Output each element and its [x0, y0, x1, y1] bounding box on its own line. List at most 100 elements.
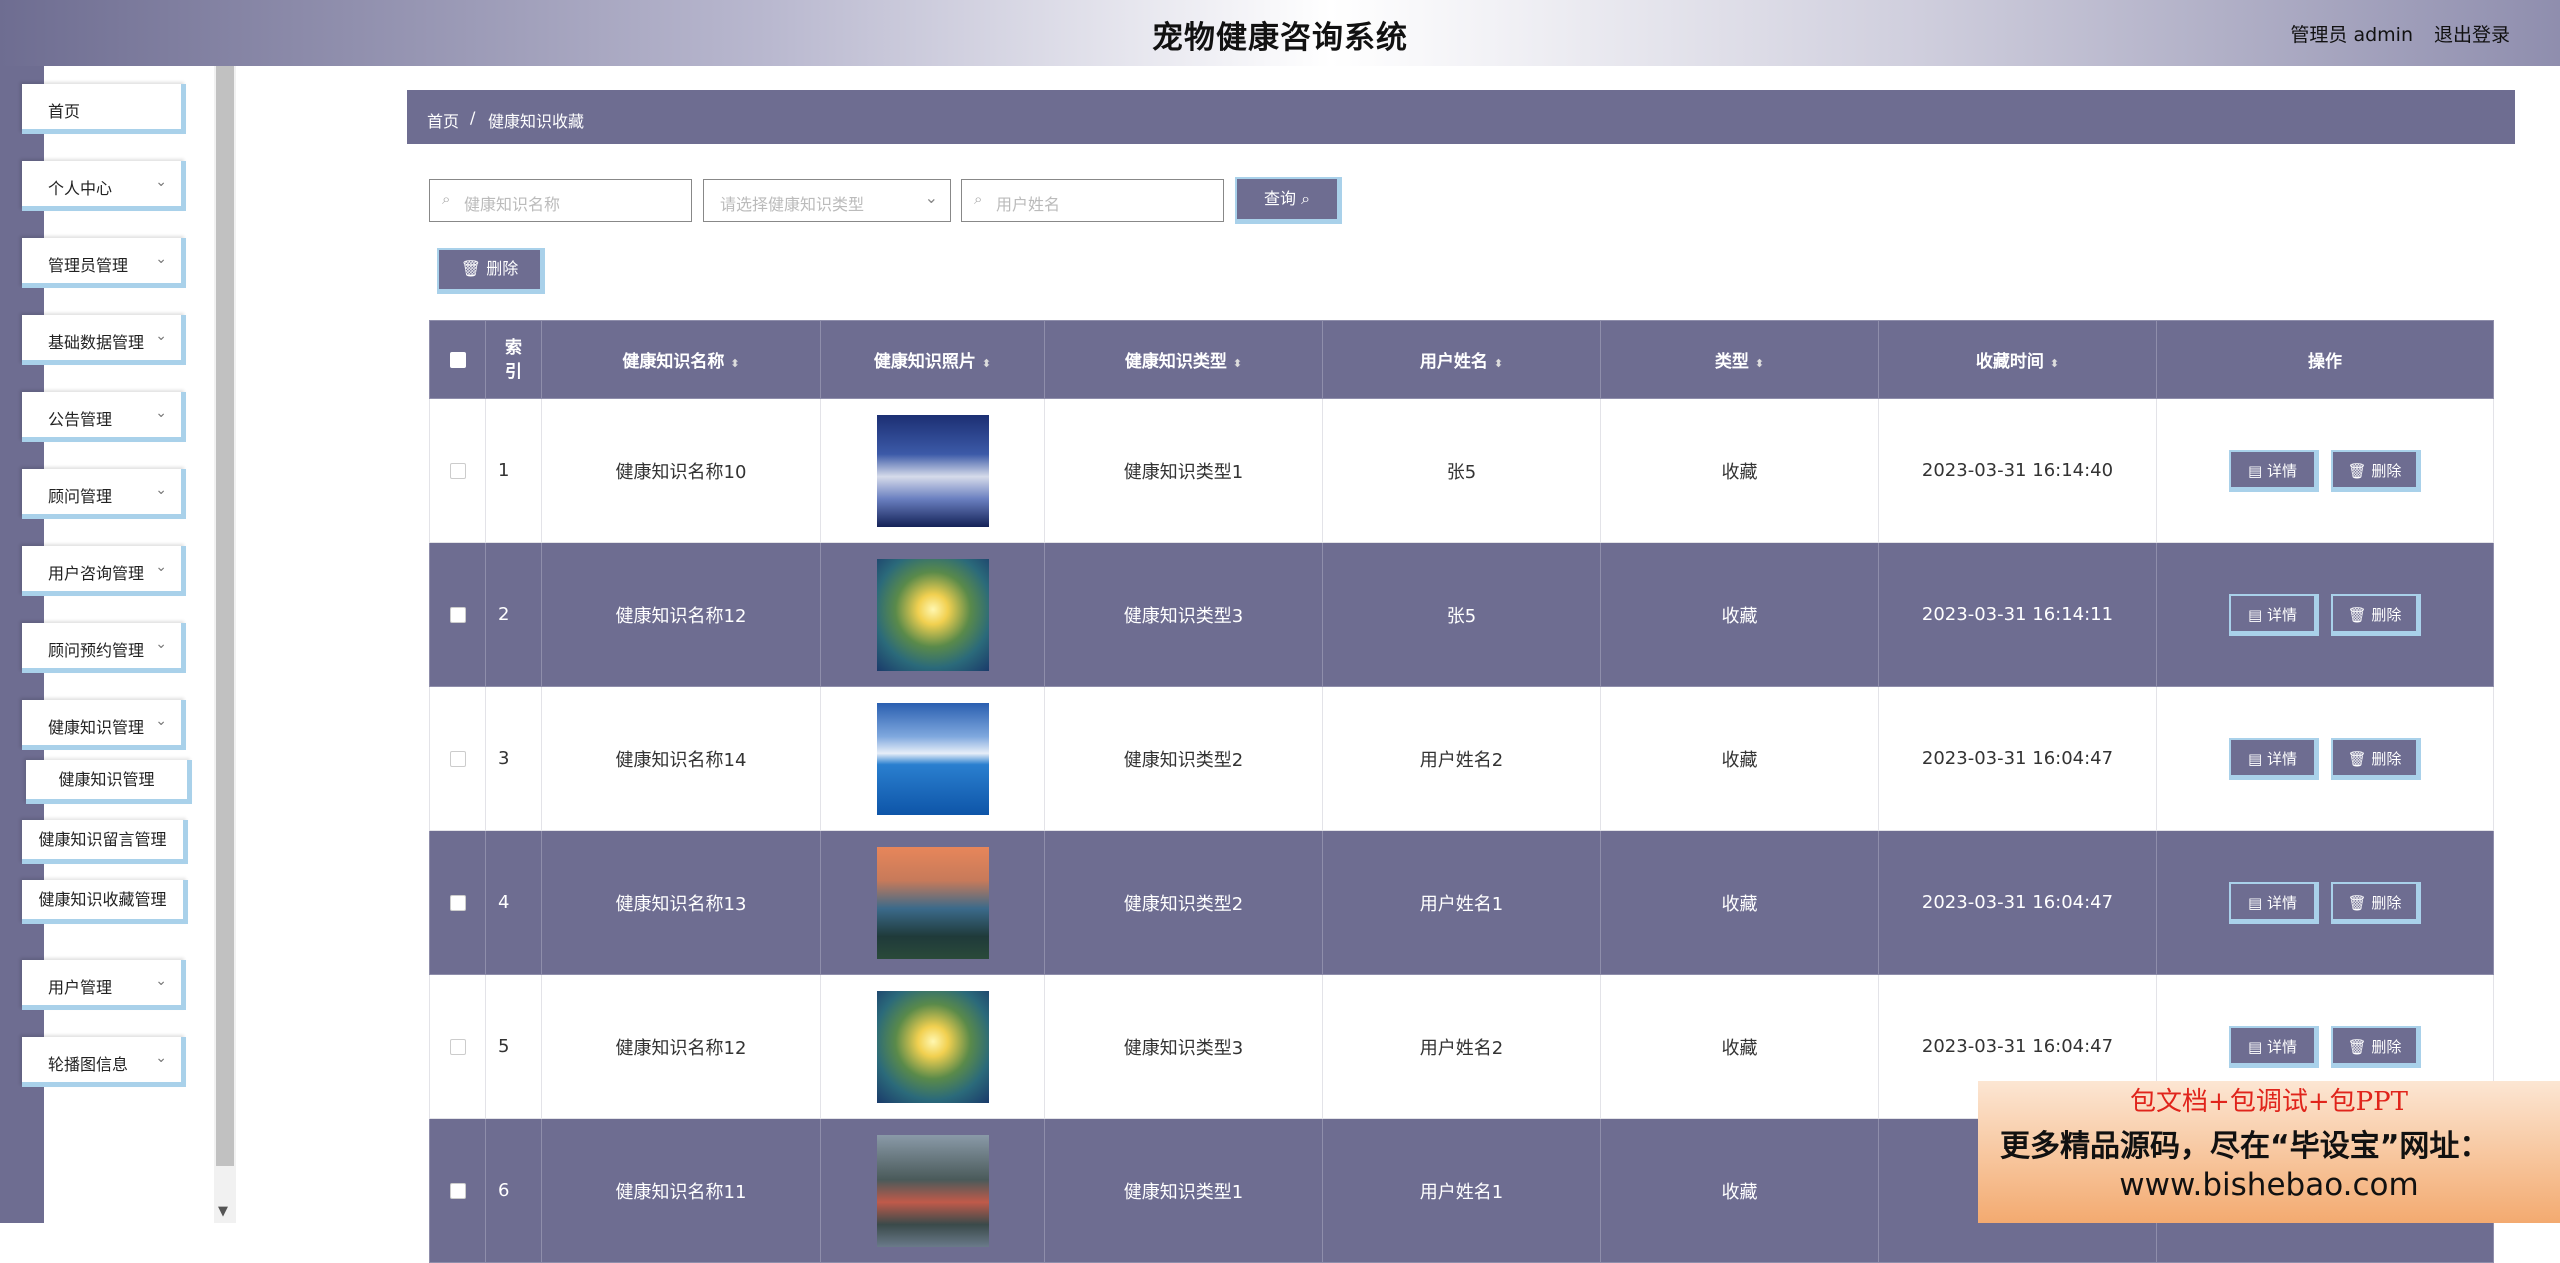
query-button-label: 查询 — [1263, 189, 1296, 208]
ad-url[interactable]: www.bishebao.com — [1978, 1167, 2560, 1203]
cell-user: 用户姓名1 — [1322, 830, 1601, 975]
photo-thumbnail[interactable] — [876, 1134, 989, 1247]
sidebar-item[interactable]: 用户管理 ⌄ — [22, 960, 186, 1010]
photo-thumbnail[interactable] — [876, 414, 989, 527]
breadcrumb-current: 健康知识收藏 — [488, 112, 585, 131]
trash-icon: 🗑 — [2347, 605, 2372, 624]
cell-user: 张5 — [1322, 398, 1601, 543]
breadcrumb-separator: / — [470, 108, 476, 127]
row-select-cell[interactable] — [429, 398, 486, 543]
scrollbar-thumb[interactable] — [216, 66, 234, 1166]
row-select-cell[interactable] — [429, 686, 486, 831]
col-header-kind[interactable]: 类型 ⬍ — [1600, 320, 1879, 399]
document-icon: ▤ — [2248, 461, 2267, 480]
row-checkbox[interactable] — [449, 895, 466, 911]
photo-thumbnail[interactable] — [876, 558, 989, 671]
ad-line-2: 更多精品源码，尽在“毕设宝”网址： — [2000, 1129, 2490, 1164]
row-checkbox[interactable] — [449, 1039, 466, 1055]
sort-icon[interactable]: ⬍ — [1233, 357, 1242, 370]
col-header-type[interactable]: 健康知识类型 ⬍ — [1044, 320, 1323, 399]
document-icon: ▤ — [2248, 893, 2267, 912]
breadcrumb-home[interactable]: 首页 — [427, 108, 459, 132]
trash-icon: 🗑 — [2347, 893, 2372, 912]
detail-button[interactable]: ▤ 详情 — [2229, 593, 2319, 636]
query-button[interactable]: 查询 ⌕ — [1235, 177, 1342, 224]
search-icon: ⌕ — [442, 190, 451, 208]
cell-type: 健康知识类型2 — [1044, 686, 1323, 831]
sidebar-item[interactable]: 用户咨询管理 ⌄ — [22, 546, 186, 596]
trash-icon: 🗑 — [2347, 461, 2372, 480]
col-header-user[interactable]: 用户姓名 ⬍ — [1322, 320, 1601, 399]
app-title: 宠物健康咨询系统 — [1152, 20, 1408, 56]
sidebar-subitem[interactable]: 健康知识管理 — [26, 760, 192, 804]
col-header-name[interactable]: 健康知识名称 ⬍ — [541, 320, 821, 399]
sort-icon[interactable]: ⬍ — [1755, 357, 1764, 370]
sidebar-item-label: 轮播图信息 — [48, 1055, 129, 1074]
cell-kind: 收藏 — [1600, 1118, 1879, 1263]
cell-user: 用户姓名2 — [1322, 686, 1601, 831]
type-select[interactable]: 请选择健康知识类型 ⌄ — [703, 179, 951, 222]
sidebar-item[interactable]: 个人中心 ⌄ — [22, 161, 186, 211]
cell-photo — [820, 830, 1045, 975]
delete-button[interactable]: 🗑 删除 — [2331, 449, 2421, 492]
photo-thumbnail[interactable] — [876, 702, 989, 815]
col-header-time[interactable]: 收藏时间 ⬍ — [1878, 320, 2157, 399]
sort-icon[interactable]: ⬍ — [1494, 357, 1503, 370]
delete-button[interactable]: 🗑 删除 — [2331, 737, 2421, 780]
cell-name: 健康知识名称13 — [541, 830, 821, 975]
sidebar-item[interactable]: 顾问管理 ⌄ — [22, 469, 186, 519]
row-select-cell[interactable] — [429, 830, 486, 975]
sidebar-item[interactable]: 管理员管理 ⌄ — [22, 238, 186, 288]
sidebar-item[interactable]: 轮播图信息 ⌄ — [22, 1037, 186, 1087]
row-select-cell[interactable] — [429, 542, 486, 687]
detail-label: 详情 — [2266, 461, 2297, 480]
cell-time: 2023-03-31 16:04:47 — [1878, 830, 2157, 975]
table-row[interactable]: 1 健康知识名称10 健康知识类型1 张5 收藏 2023-03-31 16:14:40 ▤… — [429, 398, 2494, 543]
sidebar-item[interactable]: 健康知识管理 ⌄ — [22, 700, 186, 750]
row-checkbox[interactable] — [449, 607, 466, 623]
row-select-cell[interactable] — [429, 974, 486, 1119]
table-row[interactable]: 2 健康知识名称12 健康知识类型3 张5 收藏 2023-03-31 16:14:11 ▤… — [429, 542, 2494, 687]
table-row[interactable]: 4 健康知识名称13 健康知识类型2 用户姓名1 收藏 2023-03-31 16:04:… — [429, 830, 2494, 975]
detail-button[interactable]: ▤ 详情 — [2229, 449, 2319, 492]
cell-kind: 收藏 — [1600, 398, 1879, 543]
delete-button[interactable]: 🗑 删除 — [2331, 881, 2421, 924]
table-row[interactable]: 3 健康知识名称14 健康知识类型2 用户姓名2 收藏 2023-03-31 16:04:… — [429, 686, 2494, 831]
sort-icon[interactable]: ⬍ — [2050, 357, 2059, 370]
sidebar-item-label: 顾问预约管理 — [48, 641, 145, 660]
sidebar-item[interactable]: 顾问预约管理 ⌄ — [22, 623, 186, 673]
select-all-header[interactable] — [429, 320, 486, 399]
row-checkbox[interactable] — [449, 463, 466, 479]
select-all-checkbox[interactable] — [449, 351, 466, 368]
row-checkbox[interactable] — [449, 1183, 466, 1199]
ad-banner[interactable]: 包文档+包调试+包PPT 更多精品源码，尽在“毕设宝”网址： www.bishe… — [1978, 1081, 2560, 1223]
logout-link[interactable]: 退出登录 — [2434, 20, 2510, 47]
sidebar-subitem[interactable]: 健康知识留言管理 — [22, 820, 188, 864]
sidebar-item[interactable]: 首页 — [22, 84, 186, 134]
batch-delete-button[interactable]: 🗑 删除 — [437, 248, 545, 294]
user-search-input[interactable]: ⌕ 用户姓名 — [961, 179, 1224, 222]
row-select-cell[interactable] — [429, 1118, 486, 1263]
detail-button[interactable]: ▤ 详情 — [2229, 1025, 2319, 1068]
scroll-down-icon[interactable]: ▼ — [218, 1204, 228, 1219]
photo-thumbnail[interactable] — [876, 846, 989, 959]
delete-button[interactable]: 🗑 删除 — [2331, 593, 2421, 636]
delete-label: 删除 — [2371, 893, 2402, 912]
detail-label: 详情 — [2266, 605, 2297, 624]
sidebar-item-label: 顾问管理 — [48, 487, 113, 506]
sort-icon[interactable]: ⬍ — [982, 357, 991, 370]
sidebar-item[interactable]: 公告管理 ⌄ — [22, 392, 186, 442]
sidebar-scrollbar[interactable]: ▼ — [214, 66, 236, 1223]
photo-thumbnail[interactable] — [876, 990, 989, 1103]
row-checkbox[interactable] — [449, 751, 466, 767]
header-label: 健康知识名称 — [622, 352, 725, 372]
detail-button[interactable]: ▤ 详情 — [2229, 737, 2319, 780]
sort-icon[interactable]: ⬍ — [730, 357, 739, 370]
delete-button[interactable]: 🗑 删除 — [2331, 1025, 2421, 1068]
col-header-photo[interactable]: 健康知识照片 ⬍ — [820, 320, 1045, 399]
sidebar-subitem[interactable]: 健康知识收藏管理 — [22, 880, 188, 924]
name-search-input[interactable]: ⌕ 健康知识名称 — [429, 179, 692, 222]
detail-button[interactable]: ▤ 详情 — [2229, 881, 2319, 924]
sidebar-item[interactable]: 基础数据管理 ⌄ — [22, 315, 186, 365]
cell-photo — [820, 542, 1045, 687]
